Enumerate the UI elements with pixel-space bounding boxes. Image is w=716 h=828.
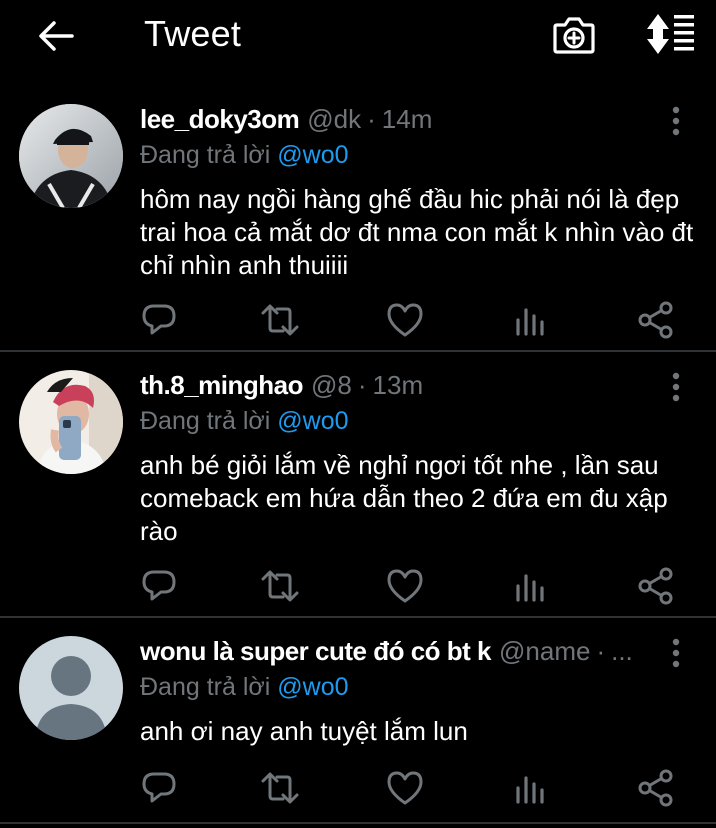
arrow-left-icon xyxy=(39,21,74,51)
page-title: Tweet xyxy=(144,13,242,54)
replying-to-label: Đang trả lời xyxy=(140,673,271,701)
replying-to: Đang trả lời @wo0 xyxy=(140,407,349,436)
user-handle[interactable]: @8 xyxy=(311,370,352,401)
mention-link[interactable]: @wo0 xyxy=(277,673,348,701)
timestamp[interactable]: 13m xyxy=(373,370,424,401)
reply-icon[interactable] xyxy=(140,768,180,808)
camera-plus-icon xyxy=(553,17,595,54)
mention-link[interactable]: @wo0 xyxy=(277,407,348,435)
separator-dot: · xyxy=(367,104,376,134)
separator-dot: · xyxy=(357,370,367,400)
divider xyxy=(0,350,716,352)
display-name[interactable]: th.8_minghao xyxy=(140,370,304,401)
timestamp[interactable]: 14m xyxy=(382,104,433,135)
sort-button[interactable] xyxy=(644,12,696,56)
heart-icon[interactable] xyxy=(385,566,425,606)
tweet-header: th.8_minghao @8 · 13m xyxy=(140,370,423,404)
tweet-text: anh ơi nay anh tuyệt lắm lun xyxy=(140,716,468,746)
analytics-icon[interactable] xyxy=(510,768,550,808)
display-name[interactable]: lee_doky3om xyxy=(140,104,300,135)
more-vertical-icon[interactable] xyxy=(664,104,688,138)
tweet-text: hôm nay ngồi hàng ghế đầu hic phải nói l… xyxy=(140,184,694,280)
tweet-text: anh bé giỏi lắm về nghỉ ngơi tốt nhe , l… xyxy=(140,450,668,546)
camera-button[interactable] xyxy=(551,12,597,58)
replying-to-label: Đang trả lời xyxy=(140,141,271,169)
display-name[interactable]: wonu là super cute đó có bt k xyxy=(140,636,492,667)
separator-dot: · xyxy=(596,636,606,666)
share-icon[interactable] xyxy=(636,768,676,808)
replying-to: Đang trả lời @wo0 xyxy=(140,141,349,170)
share-icon[interactable] xyxy=(636,300,676,340)
timestamp[interactable]: ... xyxy=(611,636,633,667)
heart-icon[interactable] xyxy=(385,768,425,808)
tweet-actions xyxy=(140,300,680,340)
user-handle[interactable]: @dk xyxy=(307,104,361,135)
share-icon[interactable] xyxy=(636,566,676,606)
heart-icon[interactable] xyxy=(385,300,425,340)
avatar[interactable] xyxy=(19,104,123,208)
analytics-icon[interactable] xyxy=(510,300,550,340)
user-handle[interactable]: @name xyxy=(499,636,590,667)
tweet-header: lee_doky3om @dk · 14m xyxy=(140,104,432,138)
replying-to: Đang trả lời @wo0 xyxy=(140,673,349,702)
top-bar: Tweet xyxy=(0,0,716,72)
more-vertical-icon[interactable] xyxy=(664,370,688,404)
retweet-icon[interactable] xyxy=(260,300,300,340)
mention-link[interactable]: @wo0 xyxy=(277,141,348,169)
analytics-icon[interactable] xyxy=(510,566,550,606)
retweet-icon[interactable] xyxy=(260,566,300,606)
more-vertical-icon[interactable] xyxy=(664,636,688,670)
replying-to-label: Đang trả lời xyxy=(140,407,271,435)
reply-icon[interactable] xyxy=(140,566,180,606)
reply-icon[interactable] xyxy=(140,300,180,340)
avatar[interactable] xyxy=(19,370,123,474)
divider xyxy=(0,616,716,618)
tweet-header: wonu là super cute đó có bt k @name · ..… xyxy=(140,636,633,670)
retweet-icon[interactable] xyxy=(260,768,300,808)
avatar[interactable] xyxy=(19,636,123,740)
tweet-actions xyxy=(140,768,680,808)
back-button[interactable] xyxy=(34,14,78,58)
sort-icon xyxy=(647,14,694,54)
tweet-actions xyxy=(140,566,680,606)
divider xyxy=(0,822,716,824)
